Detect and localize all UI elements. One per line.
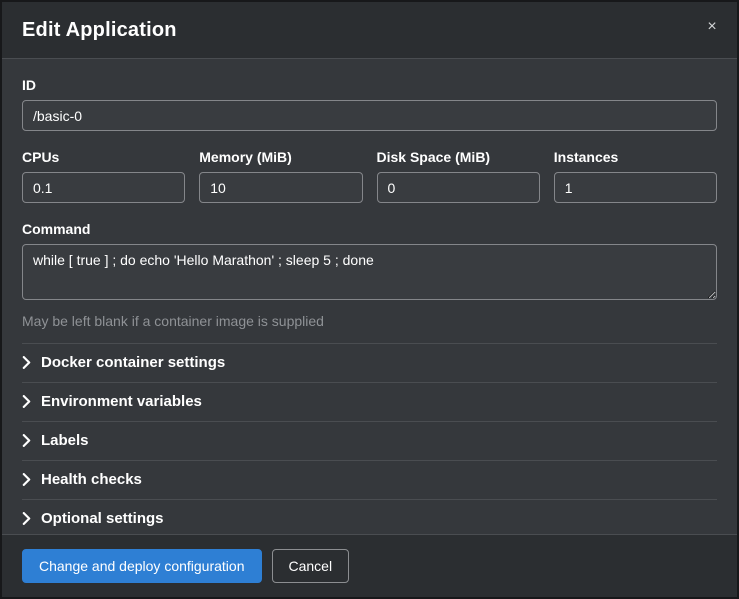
disk-label: Disk Space (MiB) (377, 149, 540, 165)
disk-input[interactable] (377, 172, 540, 203)
cancel-button[interactable]: Cancel (272, 549, 350, 583)
section-docker-container-settings[interactable]: Docker container settings (22, 344, 717, 383)
modal-title: Edit Application (22, 19, 717, 42)
section-label: Optional settings (41, 510, 164, 527)
memory-input[interactable] (199, 172, 362, 203)
memory-field-group: Memory (MiB) (199, 149, 362, 203)
memory-label: Memory (MiB) (199, 149, 362, 165)
instances-input[interactable] (554, 172, 717, 203)
command-label: Command (22, 221, 717, 237)
section-optional-settings[interactable]: Optional settings (22, 500, 717, 534)
chevron-right-icon (22, 434, 31, 447)
section-environment-variables[interactable]: Environment variables (22, 383, 717, 422)
resources-row: CPUs Memory (MiB) Disk Space (MiB) Insta… (22, 149, 717, 203)
section-label: Labels (41, 432, 89, 449)
instances-label: Instances (554, 149, 717, 165)
change-and-deploy-button[interactable]: Change and deploy configuration (22, 549, 262, 583)
edit-application-modal: Edit Application × ID CPUs Memory (MiB) … (0, 0, 739, 599)
id-input[interactable] (22, 100, 717, 131)
section-label: Environment variables (41, 393, 202, 410)
close-icon[interactable]: × (701, 16, 723, 38)
id-label: ID (22, 77, 717, 93)
section-health-checks[interactable]: Health checks (22, 461, 717, 500)
modal-footer: Change and deploy configuration Cancel (2, 534, 737, 597)
command-textarea[interactable]: while [ true ] ; do echo 'Hello Marathon… (22, 244, 717, 300)
section-labels[interactable]: Labels (22, 422, 717, 461)
section-label: Health checks (41, 471, 142, 488)
chevron-right-icon (22, 356, 31, 369)
section-label: Docker container settings (41, 354, 225, 371)
instances-field-group: Instances (554, 149, 717, 203)
disk-field-group: Disk Space (MiB) (377, 149, 540, 203)
cpus-label: CPUs (22, 149, 185, 165)
chevron-right-icon (22, 473, 31, 486)
command-field-group: Command while [ true ] ; do echo 'Hello … (22, 221, 717, 329)
cpus-input[interactable] (22, 172, 185, 203)
chevron-right-icon (22, 512, 31, 525)
modal-body: ID CPUs Memory (MiB) Disk Space (MiB) In… (2, 59, 737, 534)
id-field-group: ID (22, 77, 717, 131)
modal-header: Edit Application × (2, 2, 737, 59)
accordion-sections: Docker container settings Environment va… (22, 343, 717, 534)
command-help-text: May be left blank if a container image i… (22, 313, 717, 329)
cpus-field-group: CPUs (22, 149, 185, 203)
chevron-right-icon (22, 395, 31, 408)
